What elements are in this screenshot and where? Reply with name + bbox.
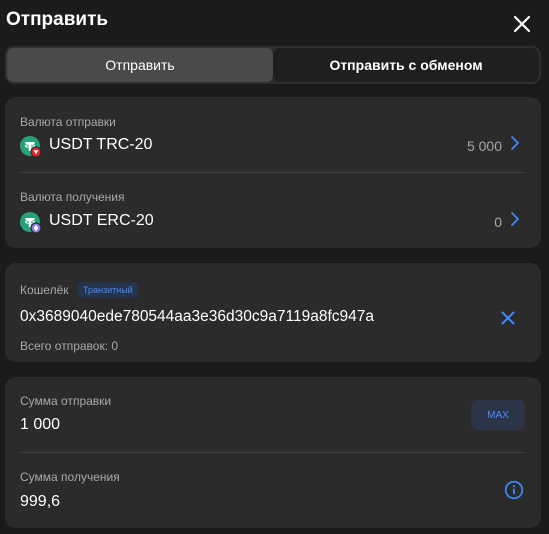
divider bbox=[20, 452, 525, 453]
receive-amount-value: 999,6 bbox=[20, 493, 61, 510]
send-amount-label: Сумма отправки bbox=[20, 394, 112, 408]
modal-title: Отправить bbox=[6, 9, 109, 30]
send-coin-name: USDT TRC-20 bbox=[49, 136, 153, 153]
usdt-trc20-icon bbox=[20, 136, 42, 158]
receive-currency-label: Валюта получения bbox=[20, 190, 125, 204]
send-modal: Отправить Отправить Отправить с обменом … bbox=[0, 0, 549, 534]
chevron-right-icon bbox=[510, 135, 520, 151]
receive-coin-balance: 0 bbox=[494, 214, 502, 230]
wallet-address-input[interactable]: 0x3689040ede780544aa3e36d30c9a7119a8fc94… bbox=[20, 308, 374, 326]
transit-badge: Транзитный bbox=[77, 282, 139, 298]
usdt-erc20-icon bbox=[20, 212, 42, 234]
send-currency-selector[interactable]: USDT TRC-20 5 000 bbox=[5, 127, 541, 165]
wallet-card: Кошелёк Транзитный 0x3689040ede780544aa3… bbox=[5, 263, 541, 362]
tab-send[interactable]: Отправить bbox=[7, 48, 273, 82]
receive-currency-selector[interactable]: USDT ERC-20 0 bbox=[5, 203, 541, 241]
max-button[interactable]: MAX bbox=[471, 400, 525, 430]
send-mode-tabs: Отправить Отправить с обменом bbox=[5, 46, 541, 84]
send-amount-input[interactable]: 1 000 bbox=[20, 416, 60, 434]
tab-send-with-exchange[interactable]: Отправить с обменом bbox=[273, 48, 539, 82]
amount-card: Сумма отправки 1 000 MAX Сумма получения… bbox=[5, 377, 541, 528]
close-icon[interactable] bbox=[512, 14, 532, 34]
sent-count: Всего отправок: 0 bbox=[20, 339, 119, 353]
modal-header: Отправить bbox=[6, 8, 537, 38]
receive-amount-label: Сумма получения bbox=[20, 470, 120, 484]
send-coin-balance: 5 000 bbox=[466, 138, 502, 154]
info-icon[interactable] bbox=[504, 480, 524, 500]
currency-card: Валюта отправки USDT TRC-20 5 000 Валюта… bbox=[5, 97, 541, 248]
clear-icon[interactable] bbox=[500, 310, 516, 326]
receive-coin-name: USDT ERC-20 bbox=[49, 212, 154, 229]
chevron-right-icon bbox=[510, 211, 520, 227]
wallet-label: Кошелёк bbox=[20, 283, 69, 297]
divider bbox=[20, 172, 525, 173]
